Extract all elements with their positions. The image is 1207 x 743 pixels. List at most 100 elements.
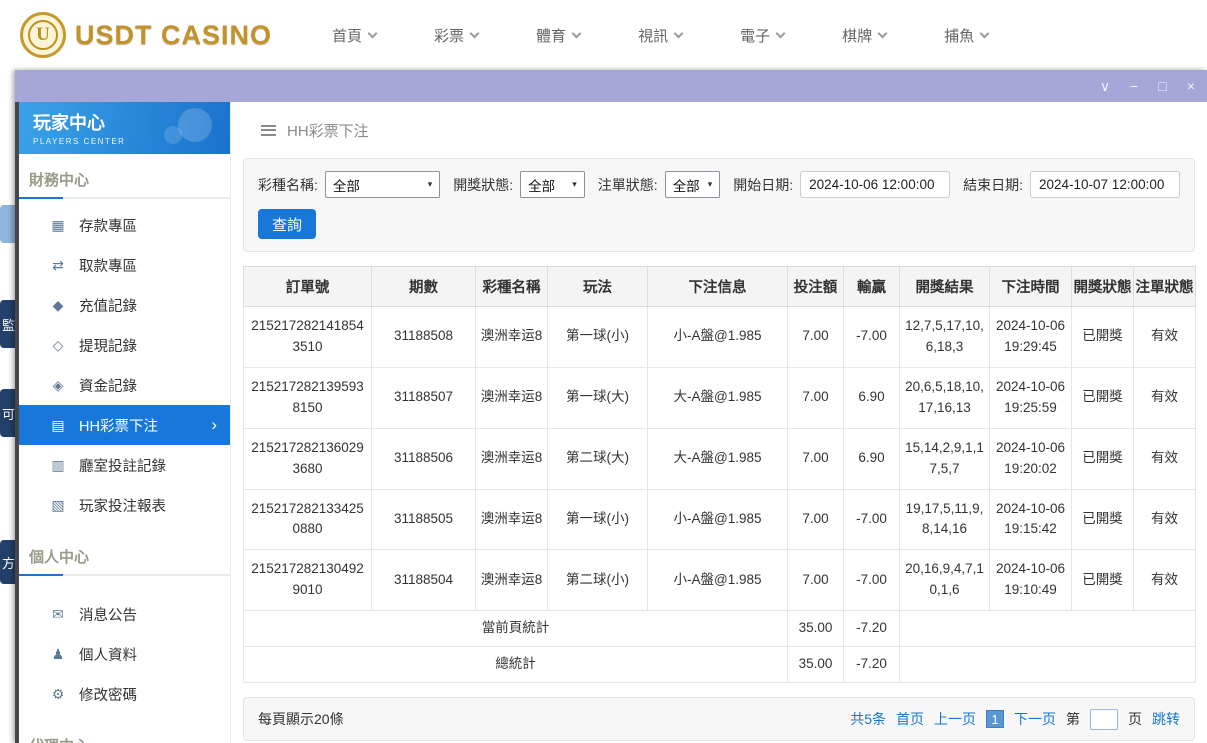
nav-item-lottery[interactable]: 彩票 <box>434 25 480 46</box>
sidebar-item-withdrawal-record[interactable]: ◇ 提現記錄 <box>19 325 230 365</box>
cell-period: 31188506 <box>371 427 476 490</box>
nav-item-sports[interactable]: 體育 <box>536 25 582 46</box>
page-summary-label: 當前頁統計 <box>243 610 788 648</box>
site-logo[interactable]: U USDT CASINO <box>20 12 272 58</box>
edge-widget[interactable]: 可 <box>0 389 15 437</box>
user-icon: ♟ <box>51 645 65 662</box>
col-header: 彩種名稱 <box>475 266 548 307</box>
withdraw-icon: ⇄ <box>52 256 64 273</box>
sidebar-item-funds-record[interactable]: ◈ 資金記錄 <box>19 365 230 405</box>
window-maximize-icon[interactable]: □ <box>1158 79 1166 93</box>
cell-draw-result: 19,17,5,11,9,8,14,16 <box>899 488 990 551</box>
cell-order-status: 有效 <box>1133 306 1196 368</box>
cell-play: 第二球(大) <box>547 427 648 490</box>
sidebar: 玩家中心 PLAYERS CENTER 財務中心 ▦ 存款專區 ⇄ 取款專區 ◆… <box>19 102 231 743</box>
col-header: 玩法 <box>547 266 648 307</box>
col-header: 下注信息 <box>647 266 788 307</box>
col-header: 開獎狀態 <box>1071 266 1134 307</box>
cell-bet-amount: 7.00 <box>787 427 844 490</box>
cell-lottery: 澳洲幸运8 <box>475 306 548 368</box>
cell-bet-info: 大-A盤@1.985 <box>647 366 788 429</box>
chevron-down-icon <box>673 28 684 38</box>
start-date-label: 開始日期: <box>733 176 794 193</box>
draw-status-select[interactable]: 全部 ▾ <box>520 171 585 198</box>
cell-bet-amount: 7.00 <box>787 306 844 368</box>
chevron-right-icon: › <box>211 415 217 434</box>
nav-item-live-video[interactable]: 視訊 <box>638 25 684 46</box>
sidebar-item-label: 取款專區 <box>79 258 137 275</box>
withdrawal-record-icon: ◇ <box>52 336 64 353</box>
sidebar-item-profile[interactable]: ♟ 個人資料 <box>19 634 230 674</box>
bet-report-icon: ▧ <box>51 496 65 513</box>
menu-icon[interactable] <box>261 124 276 136</box>
nav-item-fishing[interactable]: 捕魚 <box>944 25 990 46</box>
sidebar-item-change-password[interactable]: ⚙ 修改密碼 <box>19 674 230 714</box>
window-controls: ∨ − □ × <box>1100 79 1195 93</box>
draw-status-label: 開獎狀態: <box>453 176 514 193</box>
order-status-select[interactable]: 全部 ▾ <box>664 171 721 198</box>
cell-order-no: 2152172821360293680 <box>243 427 372 490</box>
finance-menu: ▦ 存款專區 ⇄ 取款專區 ◆ 充值記錄 ◇ 提現記錄 ◈ 資金記錄 ▤ HH彩… <box>19 199 230 531</box>
cell-order-no: 2152172821418543510 <box>243 306 372 368</box>
personal-menu: ✉ 消息公告 ♟ 個人資料 ⚙ 修改密碼 <box>19 576 230 720</box>
lottery-name-select[interactable]: 全部 ▾ <box>324 171 441 198</box>
window-close-icon[interactable]: × <box>1187 79 1195 93</box>
jump-button[interactable]: 跳转 <box>1152 709 1180 729</box>
sidebar-item-announcements[interactable]: ✉ 消息公告 <box>19 594 230 634</box>
cell-order-status: 有效 <box>1133 549 1196 612</box>
current-page-button[interactable]: 1 <box>986 710 1004 729</box>
sidebar-item-player-bet-report[interactable]: ▧ 玩家投注報表 <box>19 485 230 525</box>
lottery-bet-icon: ▤ <box>51 416 65 433</box>
end-date-label: 結束日期: <box>963 176 1023 193</box>
sidebar-item-hall-bet-record[interactable]: ▥ 廳室投註記錄 <box>19 445 230 485</box>
nav-item-card-games[interactable]: 棋牌 <box>842 25 888 46</box>
window-minimize-icon[interactable]: − <box>1130 79 1138 93</box>
search-button[interactable]: 查詢 <box>258 209 316 239</box>
end-date-input[interactable] <box>1030 171 1180 198</box>
nav-label: 體育 <box>536 27 567 45</box>
sidebar-item-recharge-record[interactable]: ◆ 充值記錄 <box>19 285 230 325</box>
nav-label: 電子 <box>740 27 771 45</box>
col-header: 下注時間 <box>989 266 1072 307</box>
cell-bet-info: 小-A盤@1.985 <box>647 306 788 368</box>
page-jump-input[interactable] <box>1090 708 1118 730</box>
table-row: 2152172821334250880 31188505 澳洲幸运8 第一球(小… <box>243 488 1196 551</box>
chevron-down-icon <box>979 28 990 38</box>
window-shrink-icon[interactable]: ∨ <box>1100 79 1110 93</box>
edge-widget[interactable] <box>0 205 15 243</box>
cell-bet-time: 2024-10-06 19:20:02 <box>989 427 1072 490</box>
main-nav: 首頁 彩票 體育 視訊 電子 棋牌 捕魚 <box>332 25 990 46</box>
chevron-down-icon <box>367 28 378 38</box>
sidebar-item-label: 廳室投註記錄 <box>79 458 166 475</box>
chevron-down-icon: ▾ <box>572 179 577 189</box>
sidebar-item-deposit-zone[interactable]: ▦ 存款專區 <box>19 205 230 245</box>
section-divider <box>19 197 230 199</box>
prev-page-link[interactable]: 上一页 <box>934 709 976 729</box>
chevron-down-icon: ▾ <box>707 179 713 189</box>
total-summary-bet: 35.00 <box>787 646 844 684</box>
cell-play: 第二球(小) <box>547 549 648 612</box>
cell-draw-status: 已開獎 <box>1071 488 1134 551</box>
sidebar-item-withdraw-zone[interactable]: ⇄ 取款專區 <box>19 245 230 285</box>
order-status-value: 全部 <box>672 178 700 194</box>
next-page-link[interactable]: 下一页 <box>1014 709 1056 729</box>
sidebar-item-hh-lottery-bets[interactable]: ▤ HH彩票下注 › <box>19 405 230 445</box>
table-row: 2152172821304929010 31188504 澳洲幸运8 第二球(小… <box>243 549 1196 612</box>
sidebar-item-label: 修改密碼 <box>79 687 137 704</box>
nav-label: 彩票 <box>434 27 465 45</box>
cell-winloss: 6.90 <box>843 427 900 490</box>
edge-widget[interactable]: 方 <box>0 540 15 584</box>
nav-item-home[interactable]: 首頁 <box>332 25 378 46</box>
window-titlebar[interactable]: ∨ − □ × <box>15 70 1207 102</box>
edge-widget[interactable]: 監 <box>0 300 15 348</box>
cell-lottery: 澳洲幸运8 <box>475 549 548 612</box>
hall-bet-record-icon: ▥ <box>51 456 65 473</box>
nav-item-slots[interactable]: 電子 <box>740 25 786 46</box>
sidebar-title: 玩家中心 <box>33 113 105 133</box>
cell-draw-result: 15,14,2,9,1,17,5,7 <box>899 427 990 490</box>
start-date-input[interactable] <box>800 171 951 198</box>
section-title-finance: 財務中心 <box>29 172 90 189</box>
lottery-name-value: 全部 <box>332 178 360 194</box>
total-count-text: 共5条 <box>850 711 886 728</box>
first-page-link[interactable]: 首页 <box>896 709 924 729</box>
